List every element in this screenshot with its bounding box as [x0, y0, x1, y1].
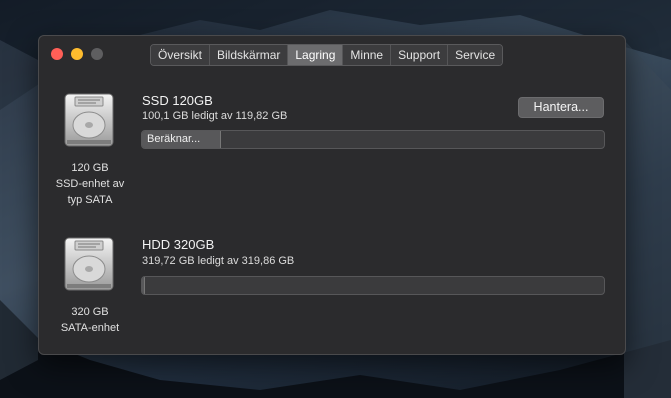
disk1-caption-line1: 120 GB [71, 162, 109, 174]
disk2-name: HDD 320GB [142, 237, 215, 252]
disk1-caption: 120 GB SSD-enhet av typ SATA [40, 160, 140, 208]
hard-drive-icon [64, 93, 114, 147]
hard-drive-icon [64, 237, 114, 291]
disk1-caption-line3: typ SATA [67, 194, 113, 206]
zoom-button [91, 48, 103, 60]
manage-button[interactable]: Hantera... [518, 97, 604, 118]
minimize-button[interactable] [71, 48, 83, 60]
tab-lagring[interactable]: Lagring [288, 45, 344, 65]
disk2-free-space: 319,72 GB ledigt av 319,86 GB [142, 255, 295, 267]
tab-oversikt[interactable]: Översikt [151, 45, 211, 65]
tab-support[interactable]: Support [391, 45, 449, 65]
about-this-mac-window: Översikt Bildskärmar Lagring Minne Suppo… [38, 35, 626, 355]
disk1-name: SSD 120GB [142, 93, 213, 108]
disk1-usage-bar: Beräknar... [141, 130, 605, 149]
disk2-usage-fill [142, 277, 145, 294]
tab-bildskarmar[interactable]: Bildskärmar [210, 45, 289, 65]
disk1-caption-line2: SSD-enhet av [55, 178, 125, 190]
disk2-caption: 320 GB SATA-enhet [40, 304, 140, 336]
disk1-usage-fill: Beräknar... [142, 131, 221, 148]
tab-minne[interactable]: Minne [343, 45, 392, 65]
titlebar: Översikt Bildskärmar Lagring Minne Suppo… [39, 36, 625, 72]
tab-service[interactable]: Service [448, 45, 503, 65]
disk2-usage-bar [141, 276, 605, 295]
close-button[interactable] [51, 48, 63, 60]
disk2-caption-line1: 320 GB [71, 306, 109, 318]
disk1-free-space: 100,1 GB ledigt av 119,82 GB [142, 110, 288, 122]
tab-bar: Översikt Bildskärmar Lagring Minne Suppo… [150, 44, 504, 66]
disk2-caption-line2: SATA-enhet [60, 322, 120, 334]
